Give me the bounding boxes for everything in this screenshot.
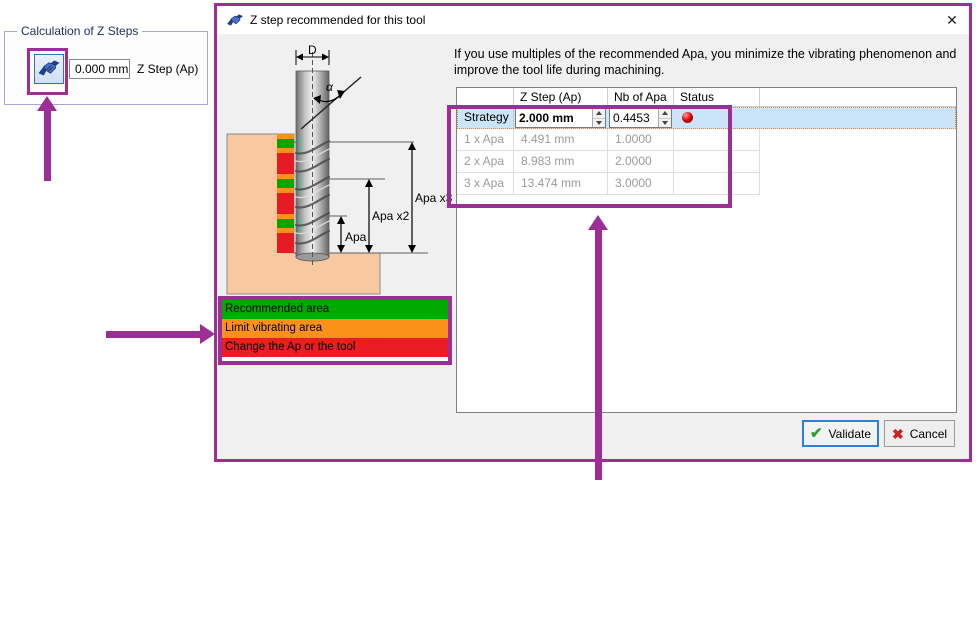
handshake-icon (226, 11, 244, 29)
cancel-button-label: Cancel (910, 427, 947, 441)
table-row-2x-apa[interactable]: 2 x Apa 8.983 mm 2.0000 (457, 151, 760, 173)
row-label: Strategy (457, 107, 514, 129)
screenshot-canvas: Calculation of Z Steps 0.000 mm Z Step (… (0, 0, 979, 628)
close-icon[interactable]: ✕ (935, 6, 969, 34)
groupbox-title: Calculation of Z Steps (17, 24, 142, 38)
spinner-up-icon[interactable] (659, 109, 671, 118)
row-nb-of-apa: 3.0000 (608, 173, 674, 195)
tool-diagram: D α (225, 44, 457, 302)
row-nb-of-apa: 2.0000 (608, 151, 674, 173)
table-row-strategy[interactable]: Strategy 2.000 mm 0.4453 (457, 107, 956, 129)
row-label: 3 x Apa (457, 173, 514, 195)
angle-label: α (326, 80, 334, 94)
row-label: 2 x Apa (457, 151, 514, 173)
table-header: Z Step (Ap) Nb of Apa Status (457, 88, 956, 107)
nb-of-apa-spinbox[interactable]: 0.4453 (609, 108, 672, 128)
legend-change-ap-or-tool: Change the Ap or the tool (222, 338, 448, 357)
annotation-arrow-legend-shaft (106, 331, 201, 338)
annotation-arrow-table (588, 215, 608, 230)
table-row-1x-apa[interactable]: 1 x Apa 4.491 mm 1.0000 (457, 129, 760, 151)
apa-x2-label: Apa x2 (372, 209, 410, 223)
row-status (674, 151, 760, 173)
header-blank (457, 88, 514, 107)
annotation-arrow-legend (200, 324, 215, 344)
row-z-step: 8.983 mm (514, 151, 608, 173)
spinner-down-icon[interactable] (659, 118, 671, 128)
z-step-input[interactable]: 0.000 mm (69, 59, 130, 79)
row-status (674, 129, 760, 151)
z-step-input-label: Z Step (Ap) (137, 62, 198, 76)
annotation-arrow-table-shaft (595, 229, 602, 480)
dialog-title: Z step recommended for this tool (250, 6, 425, 34)
annotation-arrow-icon-shaft (44, 110, 51, 181)
validate-button[interactable]: ✔ Validate (802, 420, 879, 447)
spinner-up-icon[interactable] (593, 109, 605, 118)
row-nb-of-apa: 1.0000 (608, 129, 674, 151)
header-status: Status (674, 88, 760, 107)
apa-x3-label: Apa x3 (415, 191, 453, 205)
legend-limit-vibrating-area: Limit vibrating area (222, 319, 448, 338)
instruction-text: If you use multiples of the recommended … (454, 46, 966, 78)
apa-label: Apa (345, 230, 367, 244)
z-step-spinbox[interactable]: 2.000 mm (515, 108, 606, 128)
dialog-titlebar: Z step recommended for this tool ✕ (217, 6, 969, 34)
calculation-groupbox: Calculation of Z Steps 0.000 mm Z Step (… (4, 31, 208, 105)
header-nb-of-apa: Nb of Apa (608, 88, 674, 107)
row-label: 1 x Apa (457, 129, 514, 151)
cancel-button[interactable]: ✖ Cancel (884, 420, 955, 447)
cross-icon: ✖ (892, 427, 904, 441)
legend-recommended-area: Recommended area (222, 300, 448, 319)
row-status (674, 173, 760, 195)
row-z-step: 4.491 mm (514, 129, 608, 151)
legend-box: Recommended area Limit vibrating area Ch… (218, 296, 452, 365)
spinner-down-icon[interactable] (593, 118, 605, 128)
z-step-calculator-button[interactable] (34, 54, 64, 84)
row-z-step: 13.474 mm (514, 173, 608, 195)
check-icon: ✔ (810, 426, 823, 441)
diameter-label: D (308, 44, 317, 57)
handshake-icon (37, 56, 61, 83)
nb-of-apa-value[interactable]: 0.4453 (610, 109, 658, 127)
status-red-ball-icon (682, 112, 693, 123)
validate-button-label: Validate (829, 427, 871, 441)
z-step-value[interactable]: 2.000 mm (516, 109, 592, 127)
table-row-3x-apa[interactable]: 3 x Apa 13.474 mm 3.0000 (457, 173, 760, 195)
z-step-dialog: Z step recommended for this tool ✕ If yo… (214, 3, 972, 462)
apa-table: Z Step (Ap) Nb of Apa Status Strategy 2.… (456, 87, 957, 413)
header-z-step: Z Step (Ap) (514, 88, 608, 107)
annotation-arrow-icon (37, 96, 57, 111)
apa-strips (277, 134, 294, 253)
